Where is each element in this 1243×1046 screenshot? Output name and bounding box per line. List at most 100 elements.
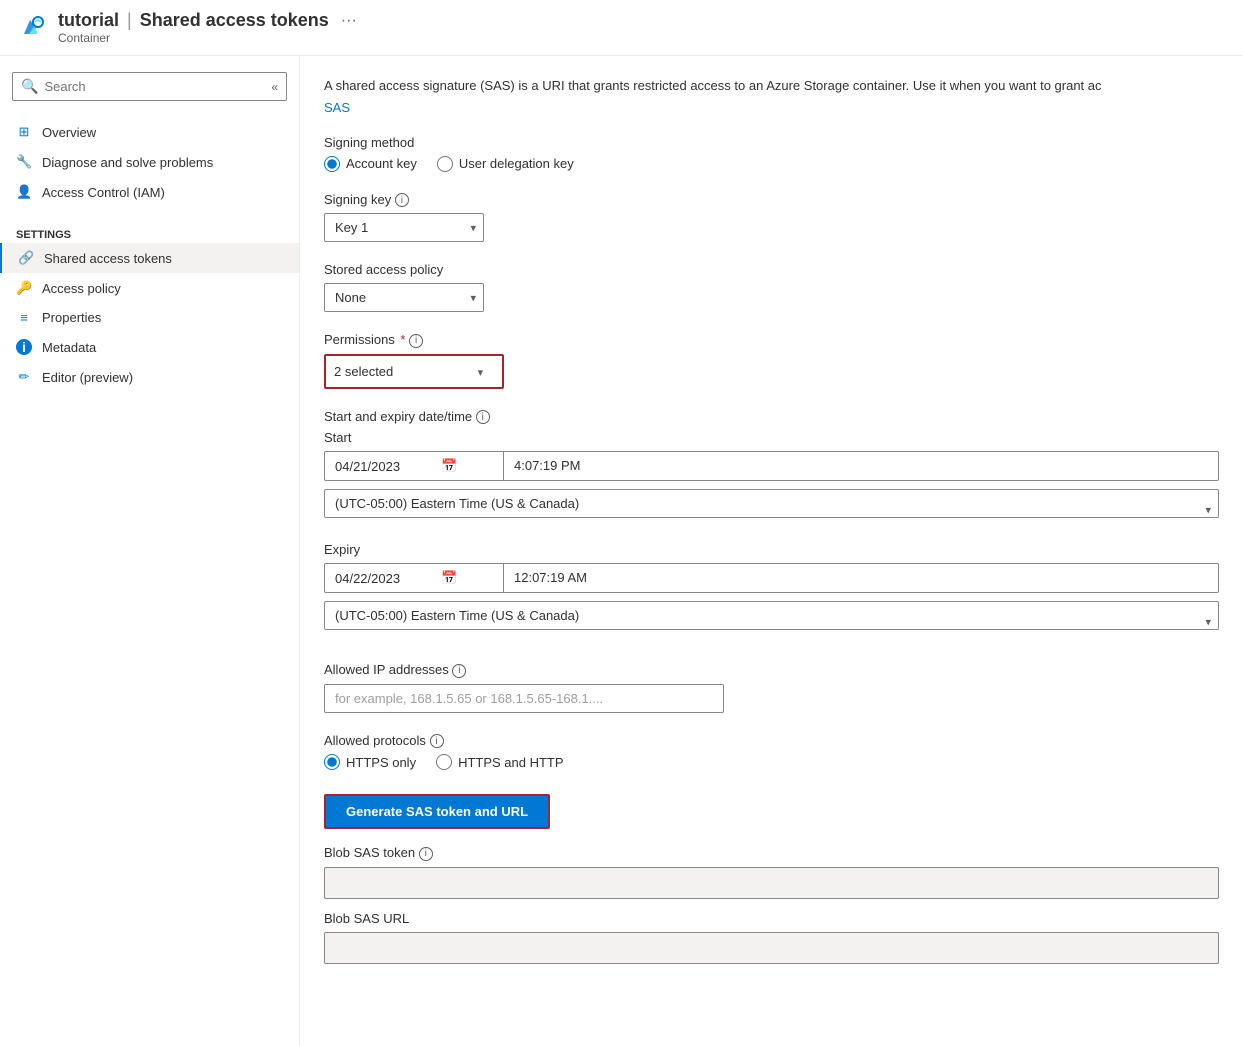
- signing-method-radio-group: Account key User delegation key: [324, 156, 1219, 172]
- stored-access-policy-label: Stored access policy: [324, 262, 1219, 277]
- settings-section-label: Settings: [0, 223, 299, 243]
- sidebar-item-editor[interactable]: ✏ Editor (preview): [0, 362, 299, 392]
- start-time-input[interactable]: [514, 458, 1208, 473]
- blob-sas-token-section: Blob SAS token i: [324, 845, 1219, 899]
- https-http-radio-input[interactable]: [436, 754, 452, 770]
- allowed-ip-label: Allowed IP addresses i: [324, 662, 1219, 678]
- blob-sas-url-label: Blob SAS URL: [324, 911, 1219, 926]
- sidebar-item-access-control[interactable]: 👤 Access Control (IAM): [0, 177, 299, 207]
- signing-key-select[interactable]: Key 1 Key 2: [324, 213, 484, 242]
- account-key-radio[interactable]: Account key: [324, 156, 417, 172]
- stored-access-policy-select-wrapper: None ▾: [324, 283, 484, 312]
- allowed-protocols-info-icon[interactable]: i: [430, 734, 444, 748]
- sidebar-item-overview[interactable]: ⊞ Overview: [0, 117, 299, 147]
- protocols-radio-group: HTTPS only HTTPS and HTTP: [324, 754, 1219, 770]
- https-only-radio[interactable]: HTTPS only: [324, 754, 416, 770]
- permissions-label: Permissions * i: [324, 332, 1219, 348]
- header-subtitle: Shared access tokens: [140, 10, 329, 31]
- header-separator: |: [127, 10, 132, 31]
- shared-access-tokens-icon: 🔗: [18, 250, 34, 266]
- signing-key-section: Signing key i Key 1 Key 2 ▾: [324, 192, 1219, 243]
- sidebar-item-access-control-label: Access Control (IAM): [42, 185, 165, 200]
- sidebar-item-metadata-label: Metadata: [42, 340, 96, 355]
- start-expiry-label: Start and expiry date/time i: [324, 409, 1219, 425]
- permissions-select[interactable]: 2 selected: [334, 364, 494, 379]
- expiry-date-input[interactable]: [335, 571, 435, 586]
- signing-method-label: Signing method: [324, 135, 1219, 150]
- header-dots[interactable]: ···: [341, 12, 357, 30]
- user-delegation-key-label: User delegation key: [459, 156, 574, 171]
- allowed-ip-input[interactable]: [324, 684, 724, 713]
- user-delegation-key-radio-input[interactable]: [437, 156, 453, 172]
- sidebar-item-overview-label: Overview: [42, 125, 96, 140]
- generate-sas-button[interactable]: Generate SAS token and URL: [326, 796, 548, 827]
- diagnose-icon: 🔧: [16, 154, 32, 170]
- signing-key-label: Signing key i: [324, 192, 1219, 208]
- permissions-dropdown-box: 2 selected ▾: [324, 354, 504, 389]
- expiry-timezone-select[interactable]: (UTC-05:00) Eastern Time (US & Canada): [324, 601, 1219, 630]
- blob-sas-token-info-icon[interactable]: i: [419, 847, 433, 861]
- header-sub-label: Container: [58, 31, 357, 45]
- sidebar-item-access-policy[interactable]: 🔑 Access policy: [0, 273, 299, 303]
- properties-icon: ≡: [16, 310, 32, 325]
- allowed-ip-info-icon[interactable]: i: [452, 664, 466, 678]
- main-content: A shared access signature (SAS) is a URI…: [300, 56, 1243, 1046]
- sidebar-item-access-policy-label: Access policy: [42, 281, 121, 296]
- https-http-radio[interactable]: HTTPS and HTTP: [436, 754, 563, 770]
- search-input[interactable]: [44, 79, 265, 94]
- collapse-button[interactable]: «: [271, 80, 278, 94]
- editor-icon: ✏: [16, 369, 32, 385]
- sidebar-item-metadata[interactable]: i Metadata: [0, 332, 299, 362]
- sidebar-item-editor-label: Editor (preview): [42, 370, 133, 385]
- access-policy-icon: 🔑: [16, 280, 32, 296]
- permissions-info-icon[interactable]: i: [409, 334, 423, 348]
- signing-key-info-icon[interactable]: i: [395, 193, 409, 207]
- start-time-input-wrapper: [504, 451, 1219, 481]
- expiry-datetime-group: 📅: [324, 563, 1219, 593]
- start-calendar-icon[interactable]: 📅: [441, 458, 457, 474]
- sidebar-item-diagnose-label: Diagnose and solve problems: [42, 155, 213, 170]
- description-text: A shared access signature (SAS) is a URI…: [324, 76, 1219, 96]
- start-timezone-select[interactable]: (UTC-05:00) Eastern Time (US & Canada): [324, 489, 1219, 518]
- signing-method-section: Signing method Account key User delegati…: [324, 135, 1219, 172]
- stored-access-policy-select[interactable]: None: [324, 283, 484, 312]
- user-delegation-key-radio[interactable]: User delegation key: [437, 156, 574, 172]
- sas-link[interactable]: SAS: [324, 100, 350, 115]
- header-text-group: tutorial | Shared access tokens ··· Cont…: [58, 10, 357, 45]
- sidebar-item-shared-access-tokens-label: Shared access tokens: [44, 251, 172, 266]
- signing-key-select-wrapper: Key 1 Key 2 ▾: [324, 213, 484, 242]
- blob-sas-url-box: [324, 932, 1219, 964]
- https-http-label: HTTPS and HTTP: [458, 755, 563, 770]
- expiry-date-input-wrapper: 📅: [324, 563, 504, 593]
- metadata-icon: i: [16, 339, 32, 355]
- sidebar-item-properties[interactable]: ≡ Properties: [0, 303, 299, 332]
- blob-sas-token-box: [324, 867, 1219, 899]
- sidebar-item-diagnose[interactable]: 🔧 Diagnose and solve problems: [0, 147, 299, 177]
- header: tutorial | Shared access tokens ··· Cont…: [0, 0, 1243, 56]
- start-timezone-wrapper: (UTC-05:00) Eastern Time (US & Canada) ▾: [324, 489, 1219, 530]
- blob-sas-url-section: Blob SAS URL: [324, 911, 1219, 964]
- start-expiry-info-icon[interactable]: i: [476, 410, 490, 424]
- start-datetime-group: 📅: [324, 451, 1219, 481]
- start-date-input[interactable]: [335, 459, 435, 474]
- sidebar-top-section: ⊞ Overview 🔧 Diagnose and solve problems…: [0, 109, 299, 215]
- blob-sas-token-label: Blob SAS token i: [324, 845, 1219, 861]
- access-control-icon: 👤: [16, 184, 32, 200]
- azure-logo: [16, 12, 48, 44]
- generate-btn-wrapper: Generate SAS token and URL: [324, 794, 550, 829]
- search-icon: 🔍: [21, 78, 38, 95]
- expiry-calendar-icon[interactable]: 📅: [441, 570, 457, 586]
- start-date-input-wrapper: 📅: [324, 451, 504, 481]
- allowed-ip-section: Allowed IP addresses i: [324, 662, 1219, 713]
- https-only-radio-input[interactable]: [324, 754, 340, 770]
- start-expiry-section: Start and expiry date/time i Start 📅 (UT…: [324, 409, 1219, 643]
- https-only-label: HTTPS only: [346, 755, 416, 770]
- expiry-time-input[interactable]: [514, 570, 1208, 585]
- settings-section: Settings 🔗 Shared access tokens 🔑 Access…: [0, 215, 299, 400]
- account-key-radio-input[interactable]: [324, 156, 340, 172]
- account-key-label: Account key: [346, 156, 417, 171]
- expiry-timezone-wrapper: (UTC-05:00) Eastern Time (US & Canada) ▾: [324, 601, 1219, 642]
- allowed-protocols-section: Allowed protocols i HTTPS only HTTPS and…: [324, 733, 1219, 771]
- sidebar-item-properties-label: Properties: [42, 310, 101, 325]
- sidebar-item-shared-access-tokens[interactable]: 🔗 Shared access tokens: [0, 243, 299, 273]
